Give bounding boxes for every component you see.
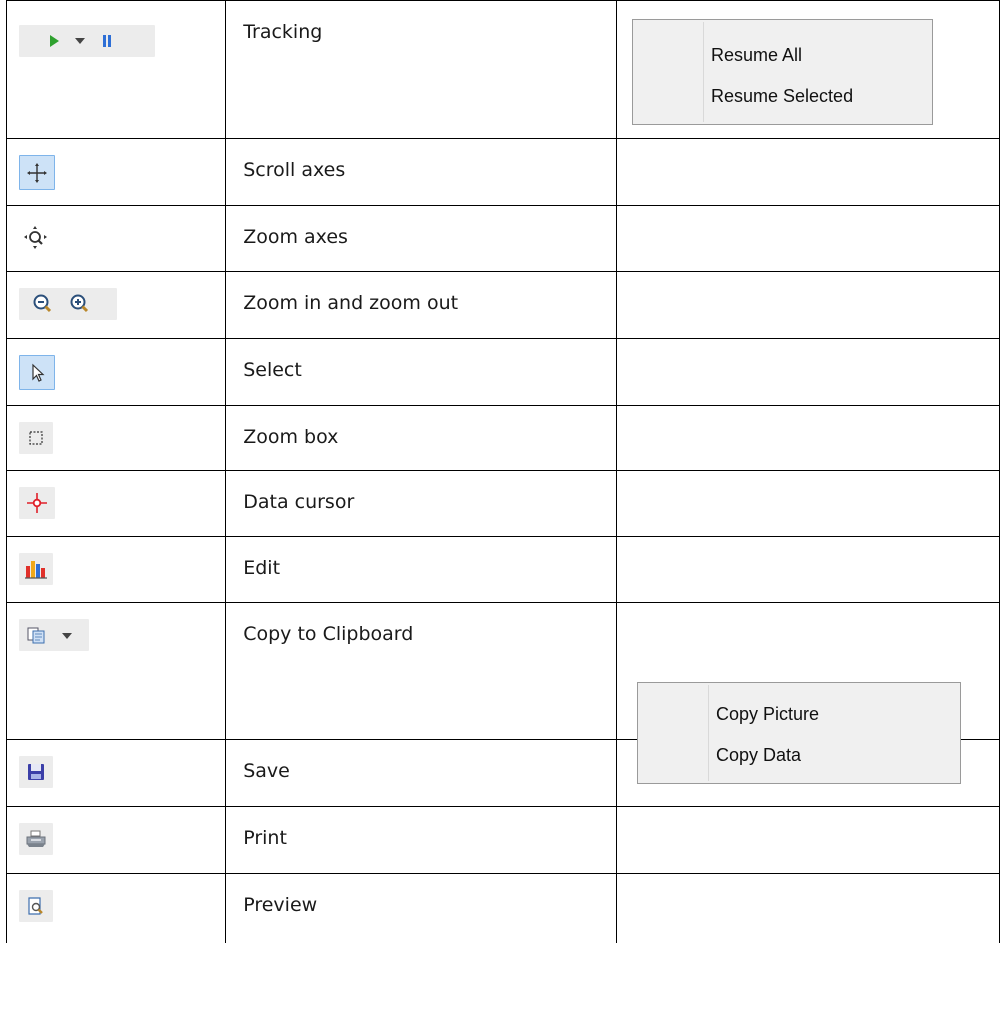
zoom-box-button[interactable] [19, 422, 53, 454]
menu-item-copy-data[interactable]: Copy Data [716, 745, 801, 766]
dropdown-arrow-icon [62, 633, 72, 639]
menu-item-resume-all[interactable]: Resume All [711, 45, 802, 66]
toolbar-reference-table: Tracking Scroll axes Zoom axes Zoom in a… [5, 0, 1001, 943]
data-cursor-button[interactable] [19, 487, 55, 519]
select-pointer-icon [32, 363, 45, 382]
zoom-box-icon [29, 431, 43, 445]
menu-item-resume-selected[interactable]: Resume Selected [711, 86, 853, 107]
data-cursor-icon [27, 493, 47, 513]
print-icon [26, 830, 46, 847]
save-button[interactable] [19, 756, 53, 788]
select-button[interactable] [19, 355, 55, 390]
play-icon [50, 35, 59, 47]
row-label: Copy to Clipboard [225, 602, 617, 740]
row-label: Save [225, 739, 617, 807]
table-row: Preview [5, 873, 1001, 943]
table-row: Zoom axes [5, 205, 1001, 272]
preview-icon [28, 897, 43, 915]
row-label: Scroll axes [225, 138, 617, 206]
edit-chart-icon [25, 561, 47, 579]
copy-icon [27, 627, 45, 644]
copy-toolbar-button[interactable] [19, 619, 89, 651]
row-label: Preview [225, 873, 617, 943]
zoom-in-out-buttons[interactable] [19, 288, 117, 320]
move-axes-icon [27, 162, 47, 183]
zoom-out-icon [33, 294, 52, 313]
tracking-dropdown-menu: Resume All Resume Selected [632, 19, 933, 125]
print-button[interactable] [19, 823, 53, 855]
tracking-toolbar-button[interactable] [19, 25, 155, 57]
table-row: Data cursor [5, 470, 1001, 537]
scroll-axes-button[interactable] [19, 155, 55, 190]
table-row: Zoom in and zoom out [5, 271, 1001, 339]
zoom-axes-icon [24, 226, 47, 249]
row-label: Zoom axes [225, 205, 617, 272]
zoom-axes-button[interactable] [19, 222, 53, 254]
preview-button[interactable] [19, 890, 53, 922]
row-label: Data cursor [225, 470, 617, 537]
row-label: Tracking [225, 0, 617, 139]
row-label: Zoom in and zoom out [225, 271, 617, 339]
row-label: Edit [225, 536, 617, 603]
row-label: Select [225, 338, 617, 406]
dropdown-arrow-icon [75, 38, 85, 44]
zoom-in-icon [70, 294, 89, 313]
save-icon [28, 764, 44, 780]
table-row: Scroll axes [5, 138, 1001, 206]
row-label: Print [225, 806, 617, 874]
pause-icon [103, 35, 111, 47]
menu-item-copy-picture[interactable]: Copy Picture [716, 704, 819, 725]
edit-button[interactable] [19, 553, 53, 585]
table-row: Print [5, 806, 1001, 874]
copy-dropdown-menu: Copy Picture Copy Data [637, 682, 961, 784]
row-label: Zoom box [225, 405, 617, 471]
table-row: Edit [5, 536, 1001, 603]
table-row: Zoom box [5, 405, 1001, 471]
table-row: Select [5, 338, 1001, 406]
